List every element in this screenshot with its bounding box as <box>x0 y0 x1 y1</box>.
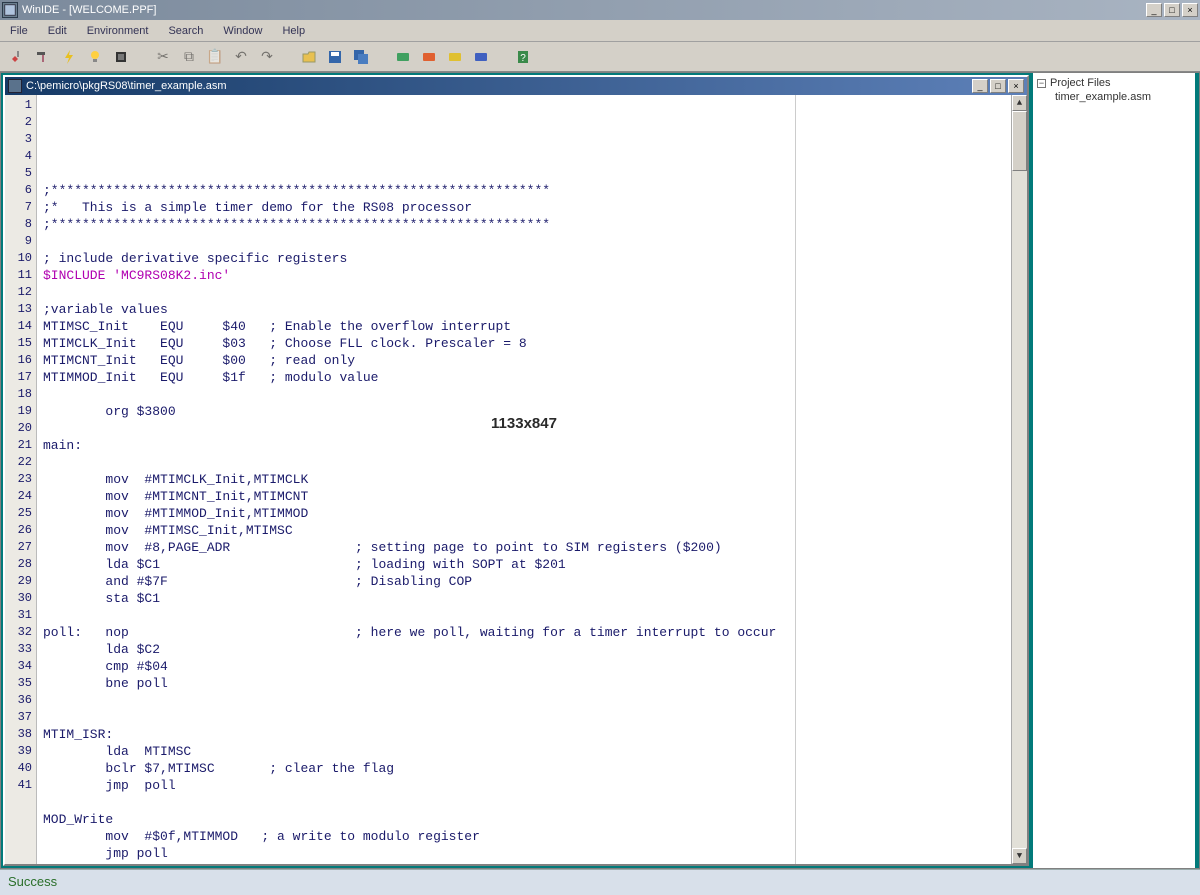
menu-edit[interactable]: Edit <box>44 23 71 39</box>
open-icon[interactable] <box>298 46 320 68</box>
editor-minimize-button[interactable]: _ <box>972 79 988 93</box>
print-margin <box>795 95 796 864</box>
scroll-thumb[interactable] <box>1012 111 1027 171</box>
code-line[interactable]: main: <box>43 437 1005 454</box>
save-all-icon[interactable] <box>350 46 372 68</box>
editor-maximize-button[interactable]: □ <box>990 79 1006 93</box>
code-line[interactable]: MTIMSC_Init EQU $40 ; Enable the overflo… <box>43 318 1005 335</box>
code-line[interactable]: ;***************************************… <box>43 216 1005 233</box>
mod1-icon[interactable] <box>392 46 414 68</box>
project-file-item[interactable]: timer_example.asm <box>1055 91 1191 103</box>
scroll-track[interactable] <box>1012 111 1027 848</box>
scroll-up-button[interactable]: ▲ <box>1012 95 1027 111</box>
collapse-icon[interactable]: − <box>1037 79 1046 88</box>
code-line[interactable]: $INCLUDE 'MC9RS08K2.inc' <box>43 267 1005 284</box>
code-line[interactable]: sta $C1 <box>43 590 1005 607</box>
hammer-icon[interactable] <box>32 46 54 68</box>
code-line[interactable]: jmp poll <box>43 845 1005 862</box>
code-line[interactable]: and #$7F ; Disabling COP <box>43 573 1005 590</box>
app-title: WinIDE - [WELCOME.PPF] <box>22 4 1146 16</box>
code-line[interactable]: mov #$0f,MTIMMOD ; a write to modulo reg… <box>43 828 1005 845</box>
editor-close-button[interactable]: × <box>1008 79 1024 93</box>
code-line[interactable] <box>43 165 1005 182</box>
code-line[interactable]: lda MTIMSC <box>43 743 1005 760</box>
editor-window: C:\pemicro\pkgRS08\timer_example.asm _ □… <box>3 75 1029 866</box>
code-line[interactable] <box>43 692 1005 709</box>
wrench-icon[interactable] <box>6 46 28 68</box>
copy-icon[interactable]: ⧉ <box>178 46 200 68</box>
chip-icon[interactable] <box>110 46 132 68</box>
document-icon <box>8 79 22 93</box>
code-area[interactable]: 1133x847 ;******************************… <box>37 95 1011 864</box>
editor-titlebar: C:\pemicro\pkgRS08\timer_example.asm _ □… <box>5 77 1027 95</box>
cut-icon[interactable]: ✂ <box>152 46 174 68</box>
help-icon[interactable]: ? <box>512 46 534 68</box>
scroll-down-button[interactable]: ▼ <box>1012 848 1027 864</box>
bulb-icon[interactable] <box>84 46 106 68</box>
code-line[interactable]: jmp poll <box>43 777 1005 794</box>
code-line[interactable] <box>43 794 1005 811</box>
code-line[interactable]: bne poll <box>43 675 1005 692</box>
code-line[interactable]: bclr $7,MTIMSC ; clear the flag <box>43 760 1005 777</box>
code-line[interactable]: lda $C2 <box>43 641 1005 658</box>
mod3-icon[interactable] <box>444 46 466 68</box>
vertical-scrollbar[interactable]: ▲ ▼ <box>1011 95 1027 864</box>
redo-icon[interactable]: ↷ <box>256 46 278 68</box>
code-line[interactable]: mov #MTIMSC_Init,MTIMSC <box>43 522 1005 539</box>
app-titlebar: WinIDE - [WELCOME.PPF] _ □ × <box>0 0 1200 20</box>
dimension-watermark: 1133x847 <box>491 415 557 432</box>
menu-window[interactable]: Window <box>219 23 266 39</box>
code-line[interactable]: ;* This is a simple timer demo for the R… <box>43 199 1005 216</box>
app-icon <box>2 2 18 18</box>
menu-file[interactable]: File <box>6 23 32 39</box>
code-line[interactable] <box>43 607 1005 624</box>
status-bar: Success <box>0 869 1200 895</box>
code-line[interactable] <box>43 709 1005 726</box>
project-panel: − Project Files timer_example.asm <box>1031 73 1199 868</box>
code-line[interactable] <box>43 454 1005 471</box>
editor-title: C:\pemicro\pkgRS08\timer_example.asm <box>26 80 972 92</box>
project-root-label: Project Files <box>1050 77 1111 89</box>
code-line[interactable]: mov #MTIMCNT_Init,MTIMCNT <box>43 488 1005 505</box>
svg-text:?: ? <box>520 53 526 64</box>
code-line[interactable]: cmp #$04 <box>43 658 1005 675</box>
code-line[interactable]: ; include derivative specific registers <box>43 250 1005 267</box>
editor[interactable]: 1 2 3 4 5 6 7 8 9 10 11 12 13 14 15 16 1… <box>5 95 1027 864</box>
menubar: File Edit Environment Search Window Help <box>0 20 1200 42</box>
mdi-workspace: C:\pemicro\pkgRS08\timer_example.asm _ □… <box>0 72 1200 869</box>
menu-search[interactable]: Search <box>164 23 207 39</box>
code-line[interactable]: MTIMMOD_Init EQU $1f ; modulo value <box>43 369 1005 386</box>
code-line[interactable]: ;***************************************… <box>43 182 1005 199</box>
code-line[interactable]: mov #MTIMMOD_Init,MTIMMOD <box>43 505 1005 522</box>
menu-help[interactable]: Help <box>278 23 309 39</box>
lightning-icon[interactable] <box>58 46 80 68</box>
paste-icon[interactable]: 📋 <box>204 46 226 68</box>
project-file-label: timer_example.asm <box>1055 91 1151 103</box>
code-line[interactable]: poll: nop ; here we poll, waiting for a … <box>43 624 1005 641</box>
app-close-button[interactable]: × <box>1182 3 1198 17</box>
app-minimize-button[interactable]: _ <box>1146 3 1162 17</box>
status-text: Success <box>8 874 57 889</box>
toolbar: ✂ ⧉ 📋 ↶ ↷ ? <box>0 42 1200 72</box>
code-line[interactable]: mov #8,PAGE_ADR ; setting page to point … <box>43 539 1005 556</box>
code-line[interactable]: MTIMCNT_Init EQU $00 ; read only <box>43 352 1005 369</box>
code-line[interactable]: MTIMCLK_Init EQU $03 ; Choose FLL clock.… <box>43 335 1005 352</box>
mod2-icon[interactable] <box>418 46 440 68</box>
code-line[interactable] <box>43 386 1005 403</box>
undo-icon[interactable]: ↶ <box>230 46 252 68</box>
save-icon[interactable] <box>324 46 346 68</box>
code-line[interactable]: MOD_Write <box>43 811 1005 828</box>
menu-environment[interactable]: Environment <box>83 23 153 39</box>
code-line[interactable]: mov #MTIMCLK_Init,MTIMCLK <box>43 471 1005 488</box>
code-line[interactable]: MTIM_ISR: <box>43 726 1005 743</box>
mod4-icon[interactable] <box>470 46 492 68</box>
app-maximize-button[interactable]: □ <box>1164 3 1180 17</box>
code-line[interactable] <box>43 284 1005 301</box>
project-root[interactable]: − Project Files <box>1037 77 1191 89</box>
line-gutter: 1 2 3 4 5 6 7 8 9 10 11 12 13 14 15 16 1… <box>5 95 37 864</box>
code-line[interactable]: lda $C1 ; loading with SOPT at $201 <box>43 556 1005 573</box>
code-line[interactable]: ;variable values <box>43 301 1005 318</box>
code-line[interactable] <box>43 233 1005 250</box>
